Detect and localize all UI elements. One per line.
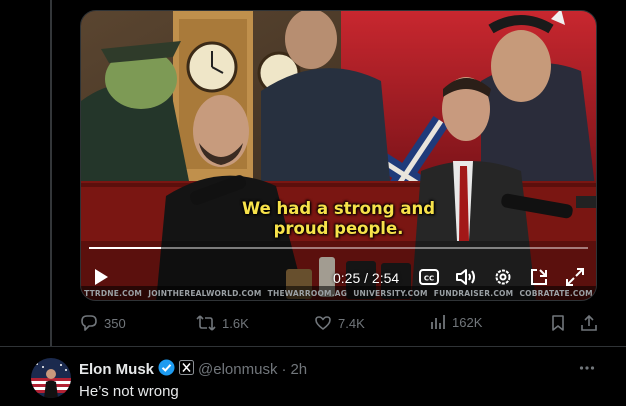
video-frame: [81, 11, 596, 300]
reply-tweet[interactable]: Elon Musk @elonmusk · 2h He’s not wrong: [0, 347, 626, 406]
video-sponsor-strip: TTRDNE.COM JOINTHEREALWORLD.COM THEWARRO…: [81, 286, 596, 300]
more-horizontal-icon: [578, 364, 596, 381]
svg-text:CC: CC: [424, 274, 434, 282]
like-count: 7.4K: [338, 315, 365, 331]
avatar[interactable]: [31, 358, 71, 398]
post-timestamp[interactable]: 2h: [290, 361, 307, 378]
caption-line-2: proud people.: [273, 219, 404, 238]
analytics-icon: [430, 314, 446, 330]
reply-icon: [80, 314, 98, 332]
repost-button[interactable]: 1.6K: [196, 314, 249, 332]
caption-line-1: We had a strong and: [241, 199, 436, 218]
verified-badge-icon: [158, 359, 175, 380]
video-progress-bar[interactable]: [89, 247, 588, 249]
bookmark-icon: [550, 314, 566, 332]
author-name[interactable]: Elon Musk: [79, 361, 154, 378]
bookmark-button[interactable]: [550, 314, 566, 332]
views-button[interactable]: 162K: [430, 314, 482, 330]
repost-icon: [196, 314, 216, 332]
sponsor-label: TTRDNE.COM: [84, 288, 143, 298]
repost-count: 1.6K: [222, 315, 249, 331]
video-player[interactable]: We had a strong and proud people. 0:25 /…: [80, 10, 597, 301]
sponsor-label: THEWARROOM.AG: [267, 288, 348, 298]
share-button[interactable]: [580, 314, 598, 332]
like-button[interactable]: 7.4K: [314, 314, 365, 332]
author-handle[interactable]: @elonmusk: [198, 361, 277, 378]
video-caption: We had a strong and proud people.: [81, 199, 596, 239]
sponsor-label: COBRATATE.COM: [519, 288, 593, 298]
sponsor-label: JOINTHEREALWORLD.COM: [148, 288, 262, 298]
reply-text: He’s not wrong: [79, 383, 179, 400]
separator-dot: ·: [281, 361, 287, 378]
reply-count: 350: [104, 315, 126, 331]
thread-connector-line: [50, 0, 52, 346]
sponsor-label: UNIVERSITY.COM: [353, 288, 428, 298]
video-time-display: 0:25 / 2:54: [333, 270, 400, 286]
views-count: 162K: [452, 314, 483, 330]
sponsor-label: FUNDRAISER.COM: [433, 288, 514, 298]
video-progress-fill: [89, 247, 161, 249]
reply-button[interactable]: 350: [80, 314, 126, 332]
x-affiliate-badge-icon: [179, 360, 195, 379]
more-options-button[interactable]: [578, 359, 596, 382]
share-icon: [580, 314, 598, 332]
tweet-action-bar: 350 1.6K 7.4K 162K: [80, 314, 600, 336]
heart-icon: [314, 314, 332, 332]
reply-author-row: Elon Musk @elonmusk · 2h: [79, 359, 307, 380]
